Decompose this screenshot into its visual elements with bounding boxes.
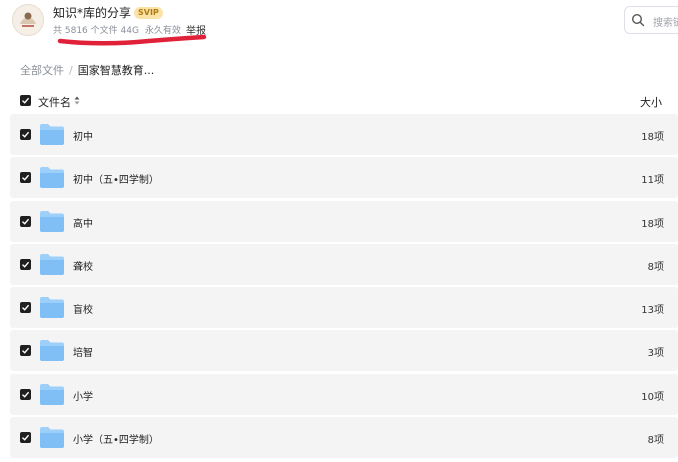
checkbox-check-icon bbox=[22, 261, 30, 268]
checkbox-check-icon bbox=[22, 97, 30, 104]
folder-item-count: 11项 bbox=[641, 175, 664, 187]
folder-item-count: 18项 bbox=[641, 218, 664, 230]
folder-name[interactable]: 高中 bbox=[73, 215, 93, 230]
folder-icon bbox=[40, 297, 64, 319]
folder-icon bbox=[40, 210, 64, 232]
folder-item-count: 13项 bbox=[641, 305, 664, 317]
breadcrumb-root[interactable]: 全部文件 bbox=[20, 64, 64, 77]
folder-icon bbox=[40, 427, 64, 449]
breadcrumb-separator: / bbox=[69, 64, 73, 77]
checkbox-check-icon bbox=[22, 391, 30, 398]
folder-row[interactable]: 小学 10项 bbox=[10, 373, 678, 415]
sort-icon[interactable] bbox=[74, 96, 80, 105]
share-title: 知识*库的分享 bbox=[53, 6, 132, 20]
checkbox-check-icon bbox=[22, 218, 30, 225]
checkbox-check-icon bbox=[22, 434, 30, 441]
breadcrumb: 全部文件 / 国家智慧教育... bbox=[20, 62, 154, 78]
folder-name[interactable]: 小学 bbox=[73, 388, 93, 403]
row-checkbox[interactable] bbox=[20, 172, 31, 184]
select-all-checkbox[interactable] bbox=[20, 95, 31, 106]
folder-icon bbox=[40, 383, 64, 405]
folder-row[interactable]: 高中 18项 bbox=[10, 200, 678, 242]
row-checkbox[interactable] bbox=[20, 388, 31, 400]
search-icon bbox=[631, 13, 645, 27]
folder-item-count: 10项 bbox=[641, 391, 664, 403]
red-annotation-stroke bbox=[57, 34, 207, 46]
row-checkbox[interactable] bbox=[20, 432, 31, 444]
file-list-header: 文件名 大小 bbox=[0, 90, 678, 112]
folder-item-count: 3项 bbox=[647, 348, 664, 360]
folder-row[interactable]: 培智 3项 bbox=[10, 330, 678, 372]
row-checkbox[interactable] bbox=[20, 215, 31, 227]
folder-row[interactable]: 盲校 13项 bbox=[10, 287, 678, 329]
column-filename[interactable]: 文件名 bbox=[38, 94, 71, 110]
row-checkbox[interactable] bbox=[20, 129, 31, 140]
checkbox-check-icon bbox=[22, 348, 30, 355]
folder-name[interactable]: 培智 bbox=[73, 344, 93, 359]
checkbox-check-icon bbox=[22, 131, 30, 138]
folder-row[interactable]: 初中（五•四学制） 11项 bbox=[10, 157, 678, 199]
folder-icon bbox=[40, 340, 64, 362]
row-checkbox[interactable] bbox=[20, 302, 31, 314]
folder-name[interactable]: 盲校 bbox=[73, 301, 93, 316]
breadcrumb-current: 国家智慧教育... bbox=[77, 64, 155, 77]
folder-name[interactable]: 初中 bbox=[73, 128, 93, 143]
folder-row[interactable]: 聋校 8项 bbox=[10, 243, 678, 285]
folder-name[interactable]: 初中（五•四学制） bbox=[73, 171, 159, 186]
column-size[interactable]: 大小 bbox=[640, 94, 662, 110]
row-checkbox[interactable] bbox=[20, 258, 31, 270]
folder-name[interactable]: 聋校 bbox=[73, 258, 93, 273]
search-input[interactable]: 搜索链 bbox=[653, 14, 678, 29]
folder-icon bbox=[40, 167, 64, 189]
folder-list: 初中 18项 初中（五•四学制） 11项 高中 18项 聋校 8项 盲校 13项… bbox=[10, 114, 678, 460]
folder-icon bbox=[40, 124, 64, 145]
avatar[interactable] bbox=[12, 4, 44, 36]
search-box[interactable]: 搜索链 bbox=[624, 6, 678, 34]
folder-item-count: 18项 bbox=[641, 132, 664, 143]
row-checkbox[interactable] bbox=[20, 345, 31, 357]
svip-badge: SVIP bbox=[134, 7, 163, 19]
share-header: 知识*库的分享 SVIP 共 5816 个文件 44G永久有效 举报 搜索链 bbox=[0, 0, 678, 46]
folder-icon bbox=[40, 253, 64, 275]
folder-row[interactable]: 小学（五•四学制） 8项 bbox=[10, 417, 678, 459]
folder-item-count: 8项 bbox=[647, 261, 664, 273]
folder-name[interactable]: 小学（五•四学制） bbox=[73, 431, 159, 446]
checkbox-check-icon bbox=[22, 175, 30, 182]
avatar-illustration-icon bbox=[13, 5, 43, 35]
checkbox-check-icon bbox=[22, 304, 30, 311]
folder-row[interactable]: 初中 18项 bbox=[10, 114, 678, 155]
folder-item-count: 8项 bbox=[647, 435, 664, 447]
